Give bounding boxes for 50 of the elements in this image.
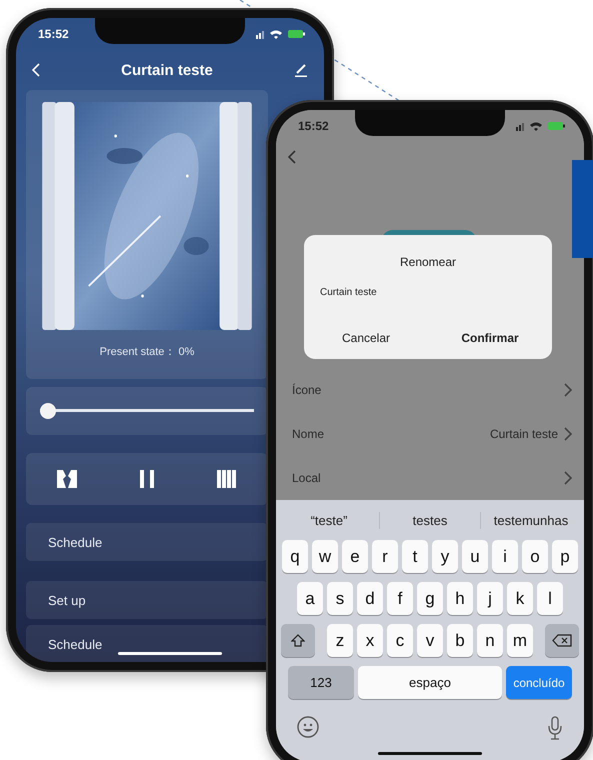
letter-key[interactable]: z	[327, 624, 353, 657]
letter-key[interactable]: h	[447, 582, 473, 615]
settings-row[interactable]: Local	[276, 456, 584, 500]
suggestion[interactable]: testes	[379, 512, 480, 528]
letter-key[interactable]: b	[447, 624, 473, 657]
letter-key[interactable]: a	[297, 582, 323, 615]
row-value: Curtain teste	[490, 427, 558, 441]
letter-key[interactable]: f	[387, 582, 413, 615]
letter-key[interactable]: i	[492, 540, 518, 573]
letter-key[interactable]: v	[417, 624, 443, 657]
letter-key[interactable]: x	[357, 624, 383, 657]
settings-row[interactable]: Nome Curtain teste	[276, 412, 584, 456]
row-label: Ícone	[292, 383, 322, 397]
screen-title: Curtain teste	[121, 62, 213, 78]
letter-key[interactable]: s	[327, 582, 353, 615]
letter-key[interactable]: n	[477, 624, 503, 657]
letter-key[interactable]: k	[507, 582, 533, 615]
numbers-key[interactable]: 123	[288, 666, 354, 699]
letter-key[interactable]: l	[537, 582, 563, 615]
name-field[interactable]: Curtain teste	[320, 287, 536, 298]
letter-key[interactable]: e	[342, 540, 368, 573]
letter-key[interactable]: t	[402, 540, 428, 573]
letter-key[interactable]: w	[312, 540, 338, 573]
row-label: Nome	[292, 427, 324, 441]
letter-key[interactable]: y	[432, 540, 458, 573]
letter-key[interactable]: r	[372, 540, 398, 573]
suggestion[interactable]: testemunhas	[480, 512, 581, 528]
present-state-text: Present state： 0%	[100, 345, 194, 359]
dialog-title: Renomear	[400, 255, 456, 269]
letter-key[interactable]: q	[282, 540, 308, 573]
suggestion[interactable]: “teste”	[279, 512, 379, 528]
letter-key[interactable]: u	[462, 540, 488, 573]
status-time: 15:52	[298, 119, 329, 133]
menu-item[interactable]: Schedule	[26, 523, 268, 561]
letter-key[interactable]: m	[507, 624, 533, 657]
letter-key[interactable]: j	[477, 582, 503, 615]
letter-key[interactable]: d	[357, 582, 383, 615]
confirm-button[interactable]: Confirmar	[428, 327, 552, 349]
space-key[interactable]: espaço	[358, 666, 502, 699]
letter-key[interactable]: p	[552, 540, 578, 573]
row-label: Local	[292, 471, 321, 485]
letter-key[interactable]: o	[522, 540, 548, 573]
letter-key[interactable]: c	[387, 624, 413, 657]
cancel-button[interactable]: Cancelar	[304, 327, 428, 349]
letter-key[interactable]: g	[417, 582, 443, 615]
menu-item[interactable]: Schedule	[26, 625, 268, 662]
settings-row[interactable]: Ícone	[276, 368, 584, 412]
done-key[interactable]: concluído	[506, 666, 572, 699]
status-time: 15:52	[38, 27, 69, 41]
menu-item[interactable]: Set up	[26, 581, 268, 619]
